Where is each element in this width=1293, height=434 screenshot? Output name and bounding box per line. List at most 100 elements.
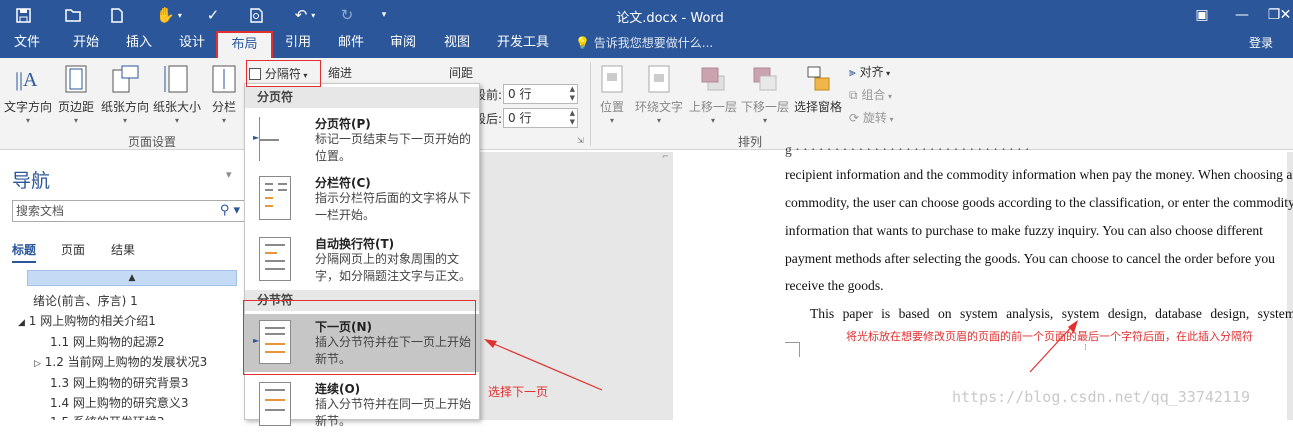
columns-icon — [212, 65, 236, 93]
selection-pane-button[interactable]: 选择窗格 — [793, 64, 843, 115]
document-line: receive the goods. — [785, 278, 884, 293]
tab-file[interactable]: 文件 — [6, 30, 48, 58]
tab-design[interactable]: 设计 — [170, 30, 214, 58]
text-wrapping-break-option[interactable]: 自动换行符(T) 分隔网页上的对象周围的文字，如分隔题注文字与正文。 — [245, 231, 479, 289]
tab-references[interactable]: 引用 — [276, 30, 320, 58]
search-input[interactable]: 搜索文档 ⚲ ▾ — [12, 200, 245, 222]
cursor-placement-annotation: 将光标放在想要修改页眉的页面的前一个页面的最后一个字符后面，在此插入分隔符 — [846, 330, 1253, 343]
wrap-text-icon — [648, 65, 670, 93]
orientation-button[interactable]: 纸张方向 ▾ — [100, 64, 150, 125]
heading-item[interactable]: 绪论(前言、序言) 1 — [33, 292, 138, 309]
tab-developer[interactable]: 开发工具 — [490, 30, 556, 58]
spacing-after-input[interactable]: 0 行 ▲ ▼ — [503, 108, 578, 128]
heading-item[interactable]: 1.5 系统的开发环境3 — [50, 413, 165, 420]
document-line: recipient information and the commodity … — [785, 167, 1293, 182]
option-name: 连续(O) — [315, 382, 361, 396]
ribbon: ||A 文字方向 ▾ 页边距 ▾ 纸张方向 ▾ 纸张大小 ▾ 分栏 ▾ 分隔符 ▾ 缩进 … — [0, 58, 1293, 150]
new-document-icon[interactable] — [104, 0, 130, 30]
heading-item[interactable]: 1.3 网上购物的研究背景3 — [50, 374, 189, 391]
margins-icon — [65, 65, 87, 93]
pane-options-icon[interactable]: ▾ — [226, 168, 232, 181]
bring-forward-label: 上移一层 — [688, 100, 737, 114]
rotate-button[interactable]: ⟳ 旋转 ▾ — [849, 109, 893, 126]
spelling-icon[interactable]: ✓ — [200, 0, 226, 30]
heading-item[interactable]: ◢ 1 网上购物的相关介绍1 — [18, 312, 156, 329]
ruler-mark: ⌐ — [662, 152, 669, 161]
save-icon[interactable] — [10, 0, 36, 30]
navigation-title: 导航 — [12, 170, 51, 192]
continuous-section-break-option[interactable]: 连续(O) 插入分节符并在同一页上开始新节。 — [245, 376, 479, 434]
customize-qat-icon[interactable]: ▾ — [374, 0, 394, 30]
wrap-text-button[interactable]: 环绕文字 ▾ — [634, 64, 684, 125]
tab-headings[interactable]: 标题 — [12, 241, 37, 263]
send-backward-icon — [753, 67, 777, 91]
option-description: 插入分节符并在同一页上开始新节。 — [315, 397, 472, 428]
breaks-highlight-box — [246, 60, 321, 87]
close-icon[interactable]: ✕ — [1278, 0, 1293, 30]
text-direction-icon: ||A — [15, 69, 38, 91]
redo-icon[interactable]: ↻ — [334, 0, 360, 30]
option-description: 标记一页结束与下一页开始的位置。 — [315, 132, 472, 163]
search-placeholder: 搜索文档 — [16, 204, 65, 218]
spacing-label: 间距 — [449, 66, 474, 80]
document-line: information that wants to purchase to ma… — [785, 223, 1263, 238]
undo-icon[interactable]: ↶ ▾ — [287, 0, 323, 30]
option-name: 分栏符(C) — [315, 176, 371, 190]
spacing-before-input[interactable]: 0 行 ▲ ▼ — [503, 84, 578, 104]
tell-me-text: 告诉我您想要做什么... — [593, 36, 714, 50]
heading-item[interactable]: 1.1 网上购物的起源2 — [50, 333, 165, 350]
size-button[interactable]: 纸张大小 ▾ — [152, 64, 202, 125]
sign-in-link[interactable]: 登录 — [1249, 30, 1273, 58]
margins-button[interactable]: 页边距 ▾ — [56, 64, 96, 125]
next-page-highlight-box — [243, 300, 476, 375]
group-button[interactable]: ⧉ 组合 ▾ — [849, 86, 892, 103]
ribbon-display-icon[interactable]: ▣ — [1182, 0, 1222, 30]
print-preview-icon[interactable] — [243, 0, 269, 30]
svg-text:||A: ||A — [15, 69, 38, 91]
collapse-up-icon[interactable]: ▲ — [27, 270, 237, 286]
expand-arrow-icon[interactable]: ◢ — [18, 318, 25, 328]
column-break-option[interactable]: 分栏符(C) 指示分栏符后面的文字将从下一栏开始。 — [245, 170, 479, 228]
bring-forward-icon — [701, 67, 725, 91]
heading-item[interactable]: 1.4 网上购物的研究意义3 — [50, 394, 189, 411]
position-icon — [601, 65, 623, 93]
tab-review[interactable]: 审阅 — [381, 30, 425, 58]
orientation-label: 纸张方向 — [100, 100, 149, 114]
margins-label: 页边距 — [57, 100, 94, 114]
columns-label: 分栏 — [211, 100, 236, 114]
group-label: 组合 — [861, 88, 886, 102]
page-setup-group-label: 页面设置 — [127, 135, 176, 149]
paragraph-dialog-launcher-icon[interactable]: ⇲ — [577, 136, 584, 145]
text-direction-button[interactable]: ||A 文字方向 ▾ — [3, 64, 53, 125]
position-button[interactable]: 位置 ▾ — [596, 64, 628, 125]
tab-insert[interactable]: 插入 — [117, 30, 161, 58]
tab-mailings[interactable]: 邮件 — [329, 30, 373, 58]
ribbon-tab-bar: 文件 开始 插入 设计 布局 引用 邮件 审阅 视图 开发工具 💡 告诉我您想要… — [0, 30, 1293, 58]
tell-me-box[interactable]: 💡 告诉我您想要做什么... — [575, 30, 713, 58]
continuous-icon — [259, 382, 291, 426]
column-break-icon — [259, 176, 291, 220]
wrap-text-label: 环绕文字 — [634, 100, 683, 114]
tab-home[interactable]: 开始 — [63, 30, 109, 58]
open-folder-icon[interactable] — [60, 0, 86, 30]
tab-layout[interactable]: 布局 — [216, 31, 273, 58]
heading-label: 1 网上购物的相关介绍1 — [28, 314, 156, 328]
columns-button[interactable]: 分栏 ▾ — [207, 64, 241, 125]
align-button[interactable]: ⫸ 对齐 ▾ — [849, 63, 890, 80]
tab-pages[interactable]: 页面 — [61, 241, 85, 258]
option-description: 分隔网页上的对象周围的文字，如分隔题注文字与正文。 — [315, 252, 472, 283]
tab-results[interactable]: 结果 — [111, 241, 135, 258]
send-backward-button[interactable]: 下移一层 ▾ — [740, 64, 790, 125]
tab-view[interactable]: 视图 — [435, 30, 479, 58]
page-break-option[interactable]: ► 分页符(P) 标记一页结束与下一页开始的位置。 — [245, 111, 479, 169]
search-icon[interactable]: ⚲ ▾ — [220, 201, 240, 221]
touch-mode-icon[interactable]: ✋ ▾ — [152, 0, 186, 30]
collapse-arrow-icon[interactable]: ▷ — [34, 359, 41, 369]
lightbulb-icon: 💡 — [575, 36, 590, 50]
cut-off-line: g · · · · · · · · · · · · · · · · · · · … — [785, 142, 1030, 157]
document-page[interactable]: g · · · · · · · · · · · · · · · · · · · … — [673, 142, 1293, 420]
bring-forward-button[interactable]: 上移一层 ▾ — [688, 64, 738, 125]
document-title: 论文.docx - Word — [616, 11, 724, 26]
page-break-icon — [259, 117, 291, 161]
heading-item[interactable]: ▷ 1.2 当前网上购物的发展状况3 — [34, 353, 207, 370]
